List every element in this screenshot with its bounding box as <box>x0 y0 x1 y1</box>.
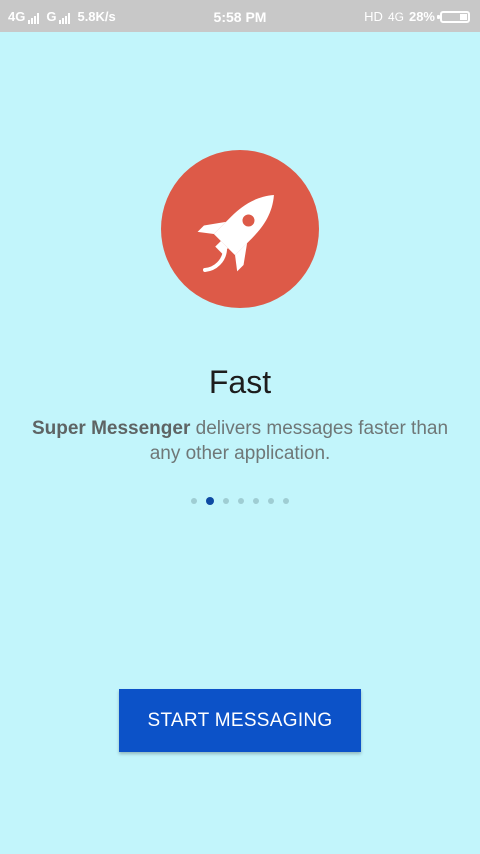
page-indicator <box>0 497 480 505</box>
onboarding-description: Super Messenger delivers messages faster… <box>20 416 460 466</box>
page-dot-active <box>206 497 214 505</box>
app-name: Super Messenger <box>31 418 191 439</box>
status-bar: 4G G 5.8K/s 5:58 PM HD 4G 28% <box>0 0 480 32</box>
page-dot <box>191 498 197 504</box>
hd-indicator: HD <box>364 9 383 24</box>
page-dot <box>253 498 259 504</box>
rocket-icon <box>197 195 274 272</box>
start-messaging-button[interactable]: START MESSAGING <box>119 689 361 752</box>
status-right: HD 4G 28% <box>364 9 470 24</box>
battery-percent: 28% <box>408 9 435 24</box>
page-dot <box>283 498 289 504</box>
onboarding-title: Fast <box>208 364 272 400</box>
battery-icon <box>437 10 470 23</box>
page-dot <box>268 498 274 504</box>
description-text: delivers messages faster than any other … <box>149 418 449 464</box>
rocket-badge <box>161 150 319 308</box>
network-type-3: 4G <box>387 9 404 24</box>
page-dot <box>238 498 244 504</box>
page-dot <box>223 498 229 504</box>
